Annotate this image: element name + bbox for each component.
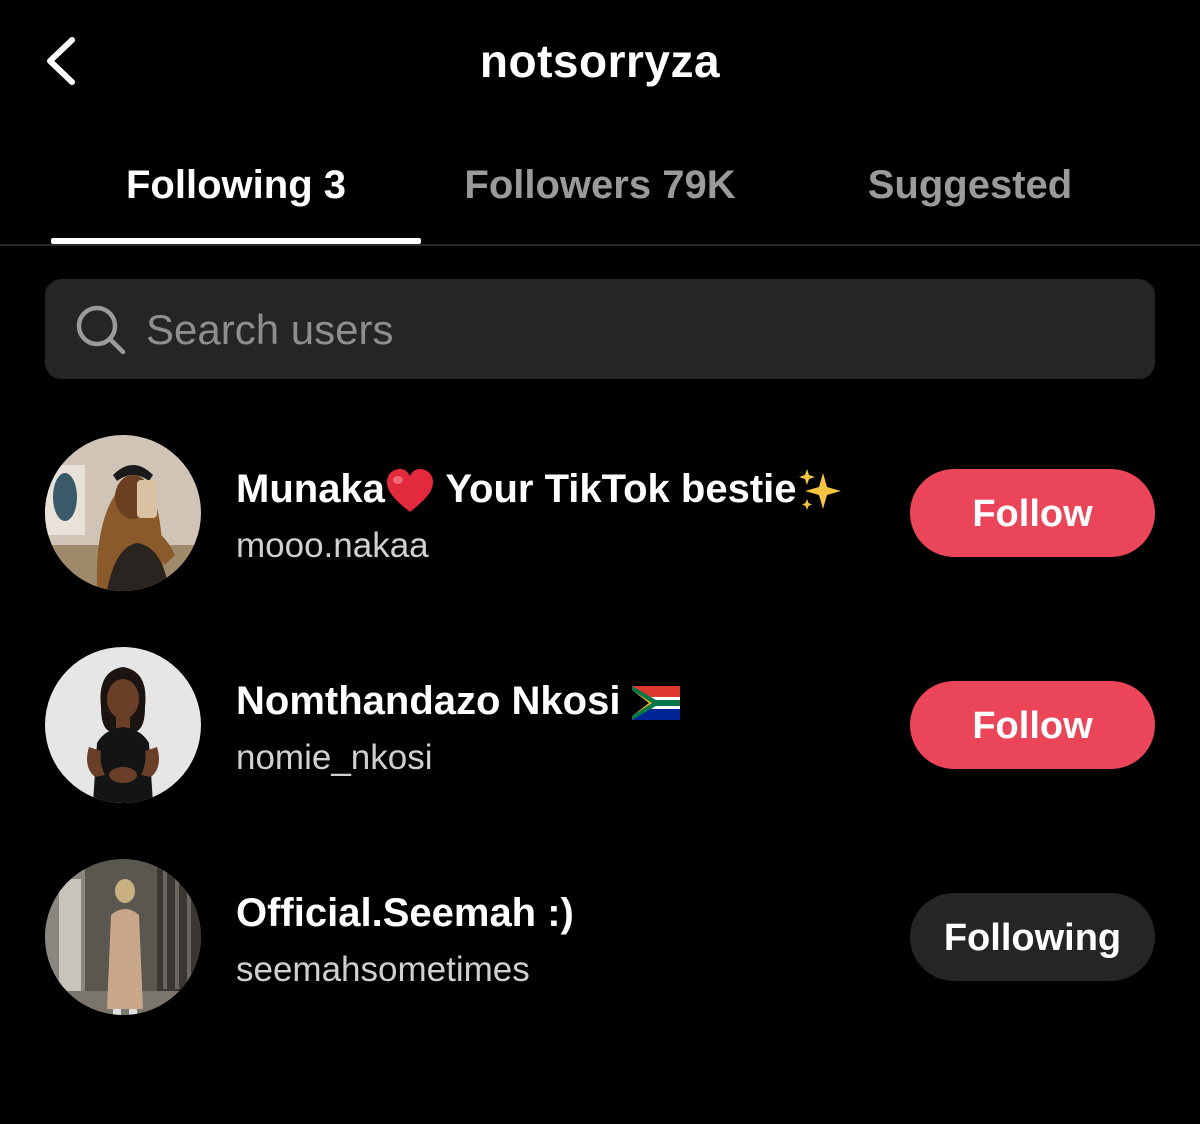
display-name: Nomthandazo Nkosi	[236, 675, 680, 727]
tab-bar: Following 3 Followers 79K Suggested	[0, 140, 1200, 246]
south-africa-flag-icon	[631, 686, 680, 721]
username: mooo.nakaa	[236, 526, 429, 565]
list-item[interactable]: Official.Seemah :) seemahsometimes Follo…	[0, 859, 1200, 1019]
following-button[interactable]: Following	[910, 893, 1155, 981]
display-name: Munaka Your TikTok bestie	[236, 463, 845, 515]
avatar[interactable]	[45, 859, 201, 1015]
active-tab-indicator	[51, 238, 421, 244]
tab-suggested[interactable]: Suggested	[785, 160, 1155, 220]
red-heart-icon	[386, 469, 433, 513]
follow-button[interactable]: Follow	[910, 681, 1155, 769]
search-icon	[76, 305, 126, 355]
list-item[interactable]: Nomthandazo Nkosi nomie_nkosi Follow	[0, 647, 1200, 807]
avatar[interactable]	[45, 435, 201, 591]
tab-following[interactable]: Following 3	[51, 160, 421, 220]
list-item[interactable]: Munaka Your TikTok bestie mooo.nakaa Fol…	[0, 435, 1200, 595]
page-title: notsorryza	[479, 35, 721, 87]
search-input[interactable]	[146, 300, 1106, 360]
avatar[interactable]	[45, 647, 201, 803]
top-bar: notsorryza	[0, 0, 1200, 130]
follow-button[interactable]: Follow	[910, 469, 1155, 557]
tab-followers[interactable]: Followers 79K	[415, 160, 785, 220]
display-name: Official.Seemah :)	[236, 891, 574, 935]
sparkles-icon	[798, 469, 841, 511]
username: nomie_nkosi	[236, 738, 433, 777]
username: seemahsometimes	[236, 950, 530, 989]
